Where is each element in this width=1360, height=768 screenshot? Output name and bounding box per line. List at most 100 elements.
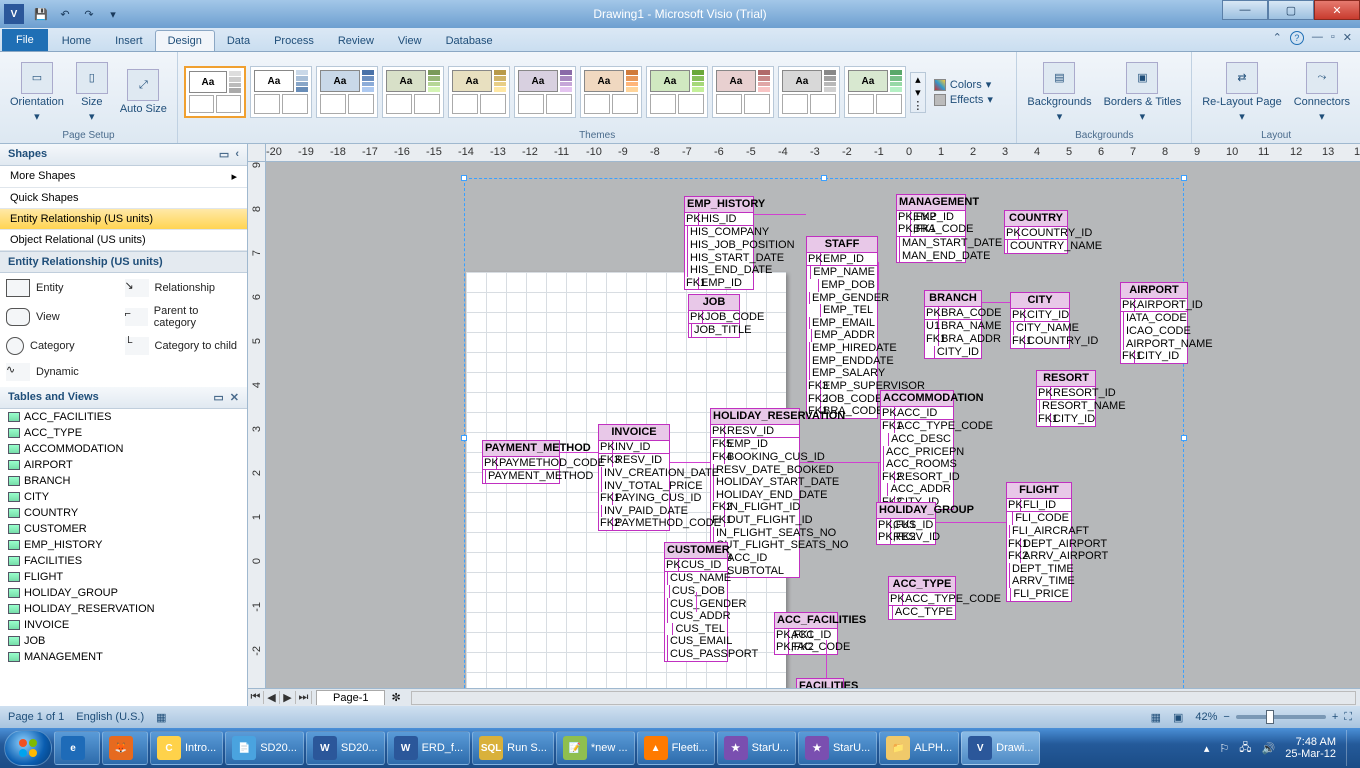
taskbar-item-0[interactable]: e [54,731,100,765]
page-nav-prev[interactable]: ◀ [264,691,280,704]
table-row[interactable]: JOB [0,633,247,649]
qat-save-button[interactable]: 💾 [30,4,52,24]
tab-process[interactable]: Process [262,31,326,51]
view-full-icon[interactable]: ▣ [1173,711,1183,724]
table-row[interactable]: INVOICE [0,617,247,633]
qat-customize-button[interactable]: ▾ [102,4,124,24]
doc-restore-icon[interactable]: ▫ [1331,31,1335,45]
more-shapes[interactable]: More Shapes▸ [0,166,247,188]
maximize-button[interactable]: ▢ [1268,0,1314,20]
table-row[interactable]: MANAGEMENT [0,649,247,665]
selection-handle[interactable] [1181,175,1187,181]
entity-facilities[interactable]: FACILITIESPKFAC_CODE [796,678,844,688]
theme-option-2[interactable]: Aa [316,66,378,118]
table-row[interactable]: BRANCH [0,473,247,489]
entity-payment_method[interactable]: PAYMENT_METHODPKPAYMETHOD_CODEPAYMENT_ME… [482,440,560,484]
backgrounds-button[interactable]: ▤Backgrounds▾ [1023,60,1095,125]
tray-network-icon[interactable]: 🖧 [1239,739,1251,758]
zoom-in-button[interactable]: + [1332,711,1338,723]
zoom-slider[interactable] [1236,715,1326,719]
themes-scroll-down[interactable]: ▾ [911,86,925,99]
ribbon-minimize-icon[interactable]: ⌃ [1273,31,1282,45]
shape-category-to-child[interactable]: └Category to child [125,337,242,355]
taskbar-item-6[interactable]: SQLRun S... [472,731,554,765]
shape-view[interactable]: View [6,305,123,329]
close-button[interactable]: ✕ [1314,0,1360,20]
taskbar-item-1[interactable]: 🦊 [102,731,148,765]
quick-shapes[interactable]: Quick Shapes [0,188,247,209]
taskbar-item-2[interactable]: CIntro... [150,731,223,765]
fit-page-button[interactable]: ⛶ [1344,711,1352,724]
connector-line[interactable] [878,262,879,290]
themes-more[interactable]: ⋮ [911,99,925,112]
taskbar-item-9[interactable]: ★StarU... [717,731,796,765]
themes-scroll-up[interactable]: ▴ [911,73,925,86]
shape-parent-to-category[interactable]: ⌐Parent to category [125,305,242,329]
tab-home[interactable]: Home [50,31,103,51]
table-row[interactable]: AIRPORT [0,457,247,473]
table-row[interactable]: CITY [0,489,247,505]
connector-line[interactable] [670,462,710,463]
tab-database[interactable]: Database [434,31,505,51]
tab-view[interactable]: View [386,31,434,51]
taskbar-item-5[interactable]: WERD_f... [387,731,471,765]
tray-volume-icon[interactable]: 🔊 [1262,742,1276,755]
table-row[interactable]: EMP_HISTORY [0,537,247,553]
connector-line[interactable] [560,452,598,453]
entity-country[interactable]: COUNTRYPKCOUNTRY_IDCOUNTRY_NAME [1004,210,1068,254]
borders-titles-button[interactable]: ▣Borders & Titles▾ [1100,60,1186,125]
start-button[interactable] [4,730,52,766]
entity-resort[interactable]: RESORTPKRESORT_IDRESORT_NAMEFK1CITY_ID [1036,370,1096,427]
entity-job[interactable]: JOBPKJOB_CODEJOB_TITLE [688,294,740,338]
table-row[interactable]: FLIGHT [0,569,247,585]
table-row[interactable]: ACCOMMODATION [0,441,247,457]
object-relational-stencil[interactable]: Object Relational (US units) [0,230,247,251]
theme-option-3[interactable]: Aa [382,66,444,118]
connector-line[interactable] [754,214,806,215]
tables-pane-close-icon[interactable]: ✕ [230,391,239,404]
shapes-pane-options-icon[interactable]: ▭ [219,148,229,161]
show-desktop-button[interactable] [1346,730,1356,766]
connector-line[interactable] [982,302,1010,303]
tables-pane-options-icon[interactable]: ▭ [213,391,223,404]
tray-flag-icon[interactable]: ⚐ [1219,742,1229,755]
tab-review[interactable]: Review [326,31,386,51]
theme-option-5[interactable]: Aa [514,66,576,118]
page-tab-1[interactable]: Page-1 [316,690,385,705]
entity-city[interactable]: CITYPKCITY_IDCITY_NAMEFK1COUNTRY_ID [1010,292,1070,349]
selection-handle[interactable] [461,175,467,181]
connector-line[interactable] [936,522,1006,523]
taskbar-item-7[interactable]: 📝*new ... [556,731,635,765]
tray-show-hidden-icon[interactable]: ▴ [1204,742,1210,755]
add-page-button[interactable]: ✼ [385,691,406,704]
view-normal-icon[interactable]: ▦ [1151,711,1161,724]
minimize-button[interactable]: — [1222,0,1268,20]
entity-holiday_group[interactable]: HOLIDAY_GROUPPK,FK1CUS_IDPK,FK2RESV_ID [876,502,936,545]
theme-effects-button[interactable]: Effects ▾ [934,93,993,106]
page-nav-next[interactable]: ▶ [280,691,296,704]
qat-redo-button[interactable]: ↷ [78,4,100,24]
tab-design[interactable]: Design [155,30,215,51]
taskbar-item-4[interactable]: WSD20... [306,731,385,765]
taskbar-clock[interactable]: 7:48 AM25-Mar-12 [1285,736,1336,760]
theme-option-7[interactable]: Aa [646,66,708,118]
table-row[interactable]: HOLIDAY_GROUP [0,585,247,601]
size-button[interactable]: ▯Size▾ [72,60,112,125]
entity-branch[interactable]: BRANCHPKBRA_CODEU1BRA_NAMEFK1BRA_ADDRCIT… [924,290,982,359]
qat-undo-button[interactable]: ↶ [54,4,76,24]
entity-relationship-stencil[interactable]: Entity Relationship (US units) [0,209,247,230]
taskbar-item-11[interactable]: 📁ALPH... [879,731,959,765]
theme-option-10[interactable]: Aa [844,66,906,118]
selection-handle[interactable] [821,175,827,181]
relayout-button[interactable]: ⇄Re-Layout Page▾ [1198,60,1286,125]
selection-handle[interactable] [461,435,467,441]
tab-insert[interactable]: Insert [103,31,155,51]
doc-minimize-icon[interactable]: — [1312,31,1323,45]
taskbar-item-3[interactable]: 📄SD20... [225,731,304,765]
entity-invoice[interactable]: INVOICEPKINV_IDFK3RESV_IDINV_CREATION_DA… [598,424,670,531]
theme-colors-button[interactable]: Colors ▾ [934,78,993,91]
entity-airport[interactable]: AIRPORTPKAIRPORT_IDIATA_CODEICAO_CODEAIR… [1120,282,1188,364]
entity-accommodation[interactable]: ACCOMMODATIONPKACC_IDFK1ACC_TYPE_CODEACC… [880,390,954,510]
theme-option-0[interactable]: Aa [184,66,246,118]
taskbar-item-10[interactable]: ★StarU... [798,731,877,765]
